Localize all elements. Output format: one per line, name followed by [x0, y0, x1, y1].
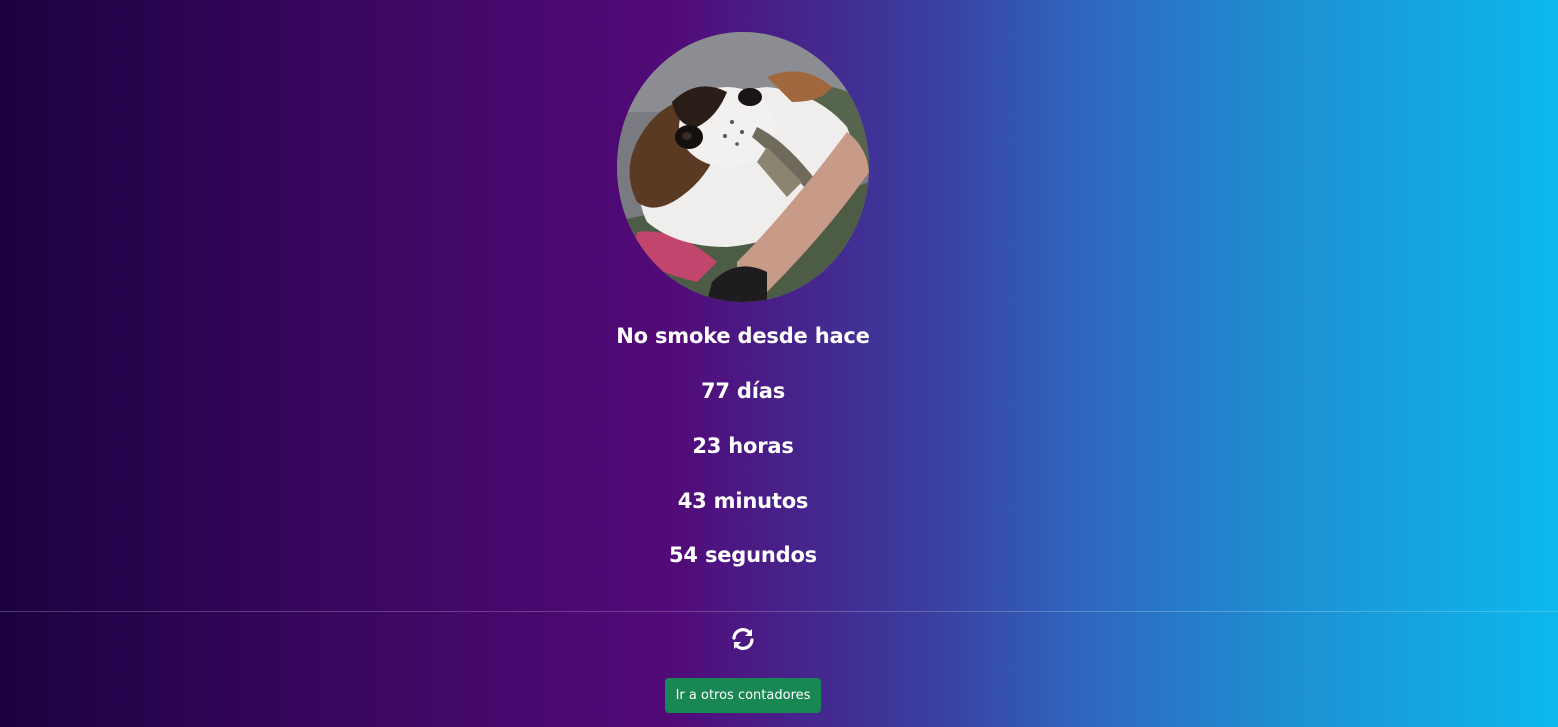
- other-counters-button[interactable]: Ir a otros contadores: [665, 678, 821, 713]
- profile-avatar: [617, 32, 869, 302]
- refresh-icon[interactable]: [730, 626, 756, 652]
- counter-heading: No smoke desde hace: [616, 324, 870, 348]
- footer: Ir a otros contadores: [0, 611, 1558, 727]
- counter-panel: No smoke desde hace 77 días 23 horas 43 …: [0, 0, 1486, 611]
- counter-minutes: 43 minutos: [677, 489, 809, 513]
- counter-hours: 23 horas: [692, 434, 794, 458]
- counter-seconds: 54 segundos: [669, 543, 817, 567]
- dog-photo: [617, 32, 869, 302]
- counter-days: 77 días: [700, 379, 786, 403]
